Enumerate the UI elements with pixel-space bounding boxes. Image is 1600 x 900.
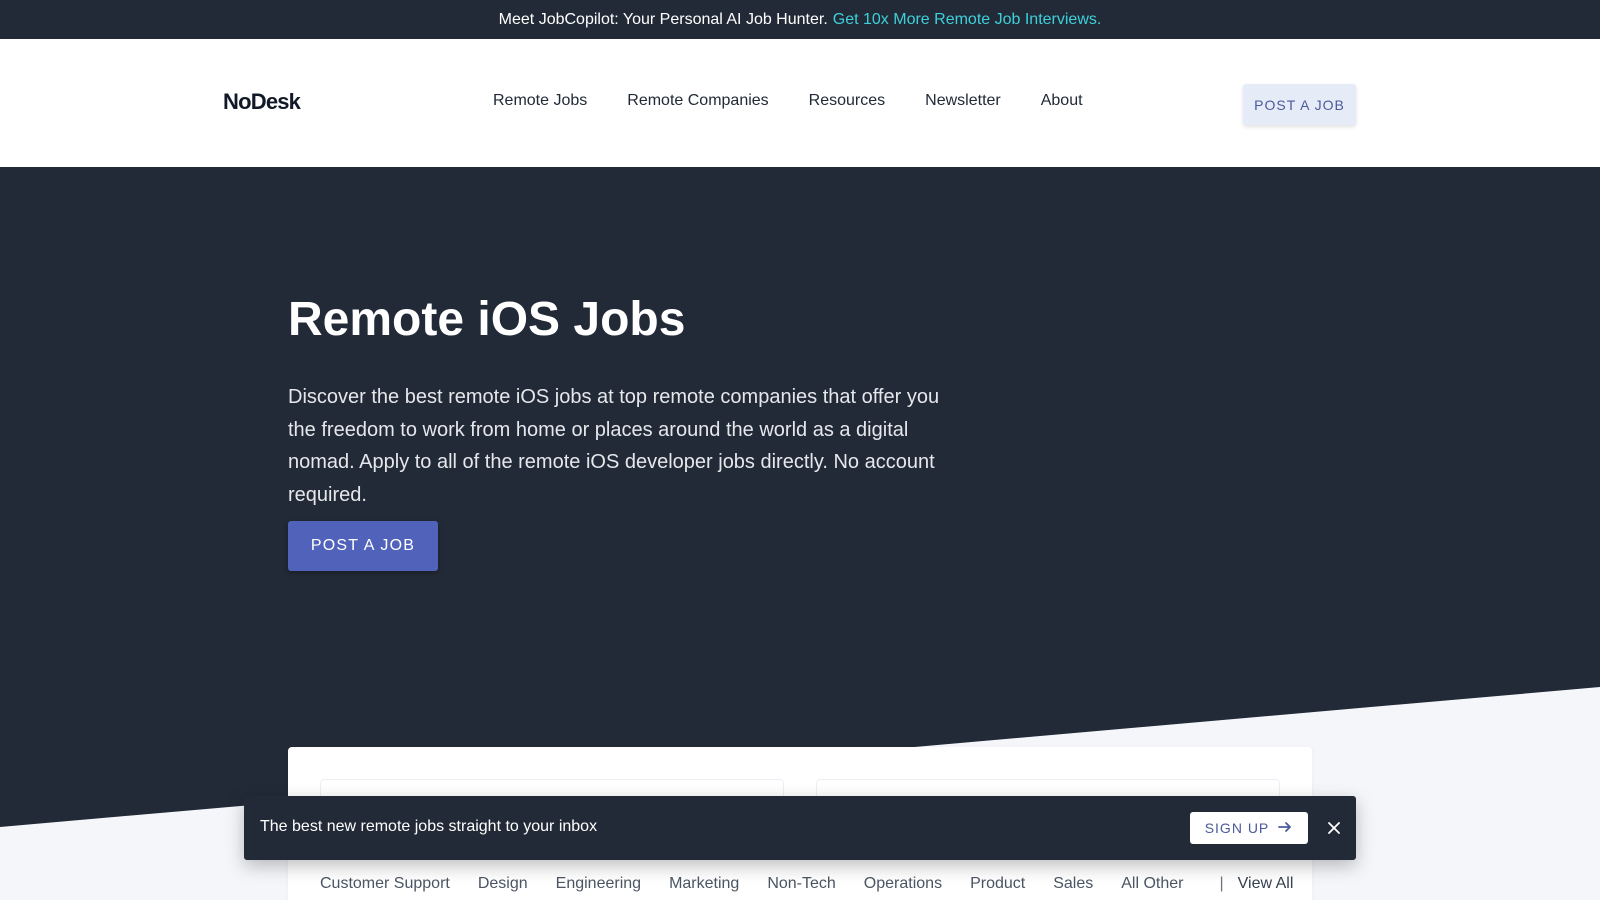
hero-description: Discover the best remote iOS jobs at top… xyxy=(288,386,940,506)
category-view-all[interactable]: View All xyxy=(1238,875,1294,893)
main-nav: Remote Jobs Remote Companies Resources N… xyxy=(493,92,1083,110)
category-design[interactable]: Design xyxy=(478,875,528,893)
category-non-tech[interactable]: Non-Tech xyxy=(767,875,835,893)
arrow-right-icon xyxy=(1277,819,1293,838)
promo-banner: Meet JobCopilot: Your Personal AI Job Hu… xyxy=(0,0,1600,39)
promo-text: Meet JobCopilot: Your Personal AI Job Hu… xyxy=(498,10,828,28)
category-separator: | xyxy=(1219,875,1224,892)
category-product[interactable]: Product xyxy=(970,875,1025,893)
category-operations[interactable]: Operations xyxy=(864,875,942,893)
post-job-button-header[interactable]: POST A JOB xyxy=(1243,84,1356,125)
promo-link[interactable]: Get 10x More Remote Job Interviews. xyxy=(833,11,1102,29)
nav-newsletter[interactable]: Newsletter xyxy=(925,92,1001,110)
category-customer-support[interactable]: Customer Support xyxy=(320,875,450,893)
post-job-button-hero[interactable]: POST A JOB xyxy=(288,521,438,571)
site-header: NoDesk Remote Jobs Remote Companies Reso… xyxy=(0,39,1600,167)
category-all-other[interactable]: All Other xyxy=(1121,875,1183,893)
category-marketing[interactable]: Marketing xyxy=(669,875,739,893)
nav-about[interactable]: About xyxy=(1041,92,1083,110)
close-icon[interactable] xyxy=(1322,816,1346,840)
category-engineering[interactable]: Engineering xyxy=(556,875,641,893)
signup-button[interactable]: SIGN UP xyxy=(1190,812,1308,844)
newsletter-bar: The best new remote jobs straight to you… xyxy=(244,796,1356,860)
category-filters: Customer Support Design Engineering Mark… xyxy=(320,875,1293,893)
nav-remote-companies[interactable]: Remote Companies xyxy=(627,92,768,110)
category-sales[interactable]: Sales xyxy=(1053,875,1093,893)
logo[interactable]: NoDesk xyxy=(223,89,301,115)
nav-remote-jobs[interactable]: Remote Jobs xyxy=(493,92,587,110)
newsletter-text: The best new remote jobs straight to you… xyxy=(260,818,598,835)
nav-resources[interactable]: Resources xyxy=(809,92,885,110)
signup-label: SIGN UP xyxy=(1204,820,1270,836)
page-title: Remote iOS Jobs xyxy=(288,293,686,346)
